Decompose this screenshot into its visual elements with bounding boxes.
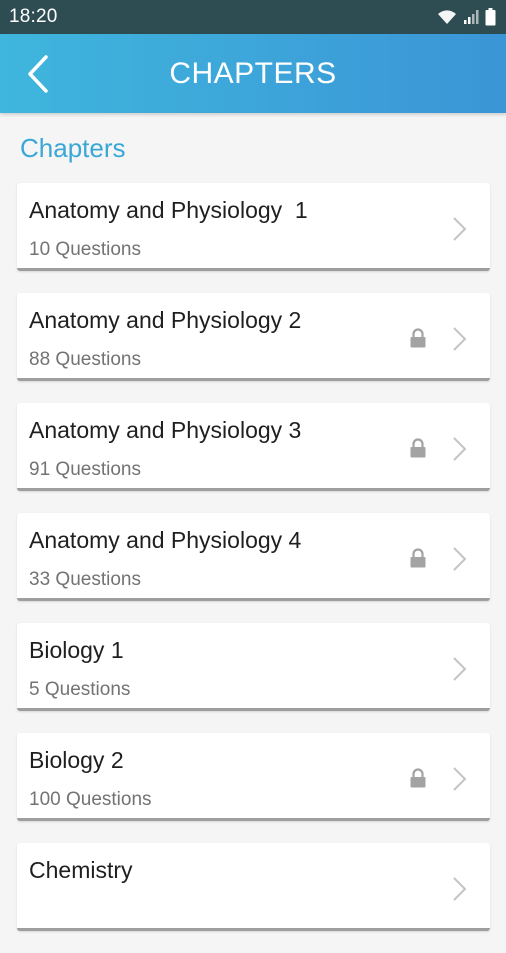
chapter-card[interactable]: Anatomy and Physiology 2 88 Questions [17,293,490,381]
chapter-question-count: 10 Questions [29,239,141,260]
chapter-question-count: 91 Questions [29,459,141,480]
chapter-title: Biology 2 [29,747,124,773]
chapter-title: Chemistry [29,857,133,883]
chevron-right-icon [453,877,467,901]
wifi-icon [438,10,456,24]
chapter-card[interactable]: Biology 1 5 Questions [17,623,490,711]
chapter-question-count: 33 Questions [29,569,141,590]
lock-icon [410,548,426,568]
chapter-title: Biology 1 [29,637,124,663]
chapter-title: Anatomy and Physiology 1 [29,197,308,223]
lock-icon [410,328,426,348]
battery-icon [485,8,496,26]
status-time: 18:20 [9,6,58,27]
chevron-right-icon [453,217,467,241]
chevron-right-icon [453,547,467,571]
status-icons [437,8,496,26]
chevron-right-icon [453,767,467,791]
chapter-list: Anatomy and Physiology 1 10 Questions Anat… [17,183,490,953]
lock-icon [410,768,426,788]
chapter-question-count: 88 Questions [29,349,141,370]
page-title: CHAPTERS [169,56,337,90]
chapter-card[interactable]: Biology 2 100 Questions [17,733,490,821]
chapter-card[interactable]: Anatomy and Physiology 4 33 Questions [17,513,490,601]
chapter-title: Anatomy and Physiology 2 [29,307,302,333]
chapter-question-count: 100 Questions [29,789,152,810]
chevron-right-icon [453,327,467,351]
chapter-card[interactable]: Anatomy and Physiology 1 10 Questions [17,183,490,271]
chapter-title: Anatomy and Physiology 3 [29,417,302,443]
lock-icon [410,438,426,458]
app-bar: CHAPTERS [0,34,506,113]
chapter-title: Anatomy and Physiology 4 [29,527,302,553]
chapter-card[interactable]: Anatomy and Physiology 3 91 Questions [17,403,490,491]
section-heading: Chapters [20,133,126,163]
chevron-right-icon [453,657,467,681]
chapter-question-count: 5 Questions [29,679,131,700]
status-bar: 18:20 [0,0,506,34]
cellular-signal-icon [464,10,479,24]
chevron-right-icon [453,437,467,461]
chapter-card[interactable]: Chemistry [17,843,490,931]
